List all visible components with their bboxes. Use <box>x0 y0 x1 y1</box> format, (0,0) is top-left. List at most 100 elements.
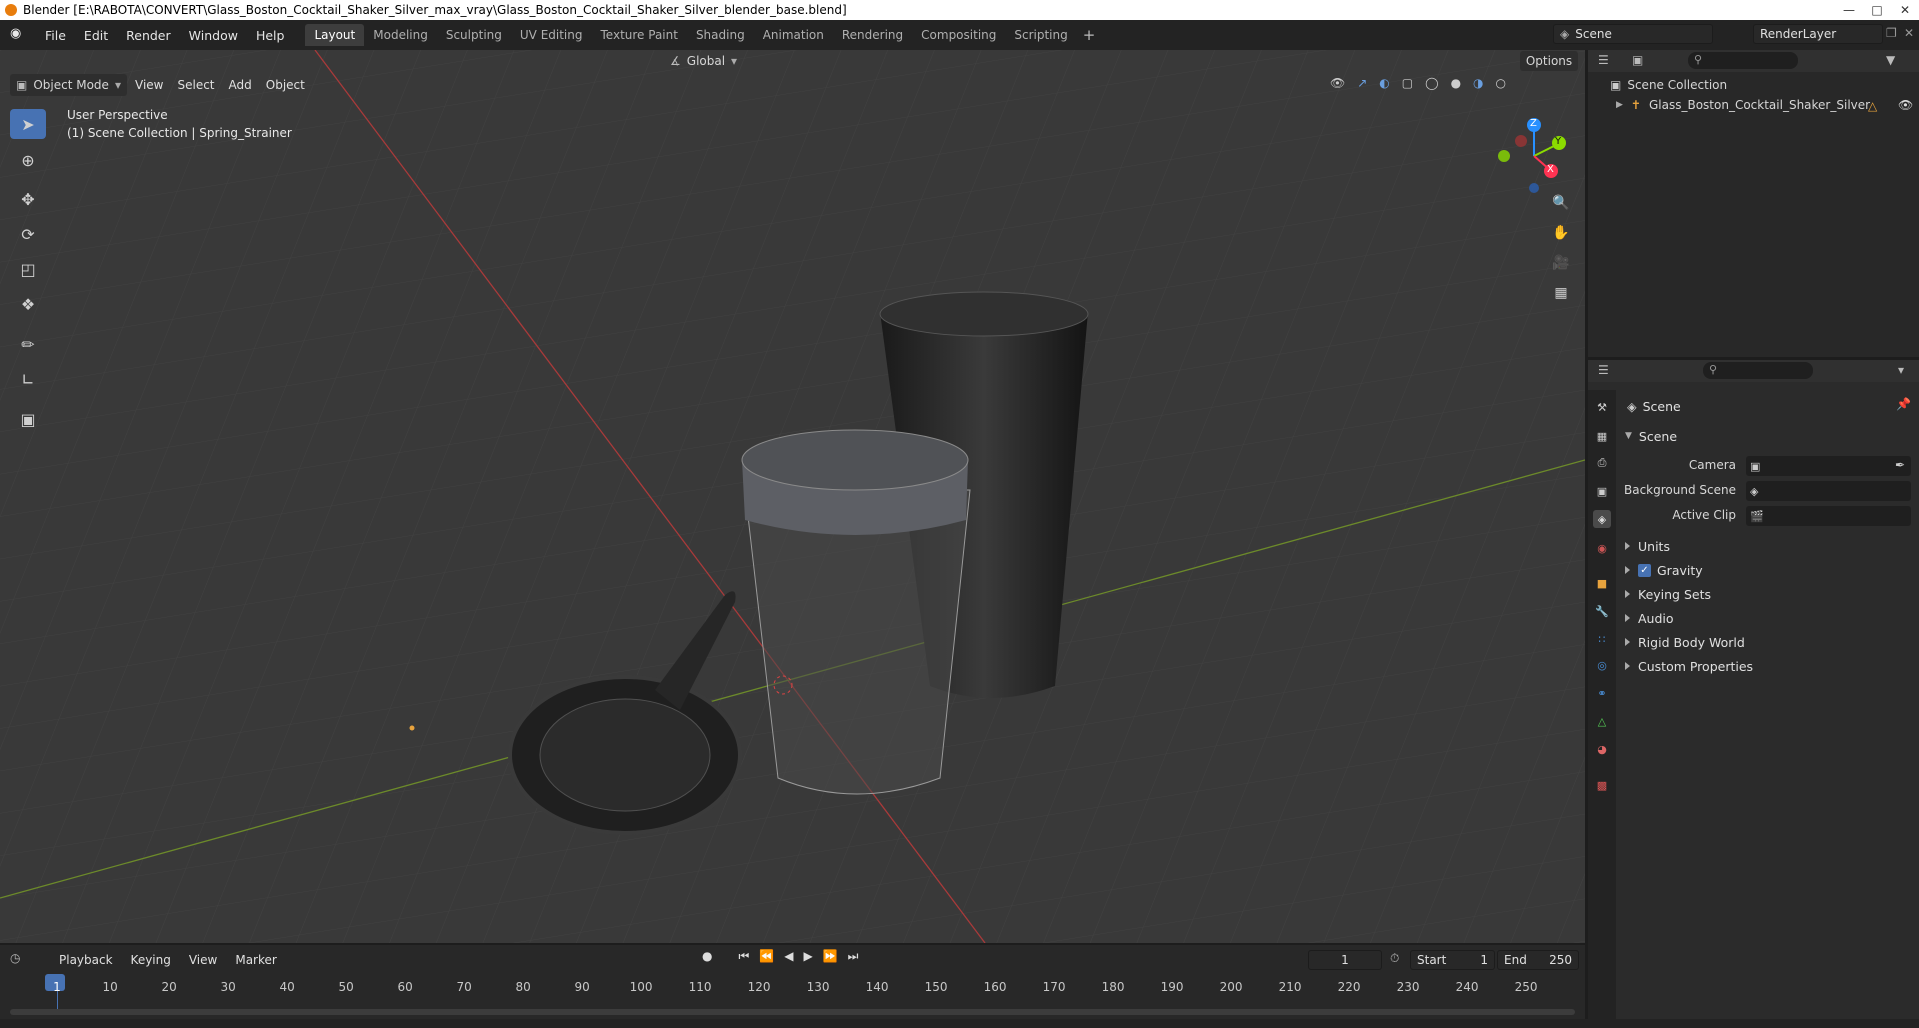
menu-edit[interactable]: Edit <box>75 28 117 43</box>
object-tab-icon[interactable]: ■ <box>1593 574 1611 592</box>
gizmo-icon[interactable]: ↗ <box>1357 76 1367 90</box>
constraints-tab-icon[interactable]: ⚭ <box>1593 684 1611 702</box>
tab-rendering[interactable]: Rendering <box>833 24 912 46</box>
scene-tab-icon[interactable]: ◈ <box>1593 510 1611 528</box>
timeline-editor-icon[interactable]: ◷ <box>10 951 20 965</box>
section-custom-properties[interactable]: Custom Properties <box>1625 655 1753 677</box>
camera-view-icon[interactable]: 🎥 <box>1548 250 1574 276</box>
current-frame-field[interactable]: 1 <box>1308 950 1382 970</box>
menu-file[interactable]: File <box>36 28 75 43</box>
options-button[interactable]: Options <box>1520 51 1578 71</box>
render-tab-icon[interactable]: ▦ <box>1593 427 1611 445</box>
timeline-menu-keying[interactable]: Keying <box>124 951 178 969</box>
tab-modeling[interactable]: Modeling <box>364 24 437 46</box>
transform-orientation[interactable]: ∡ Global ▾ <box>670 51 737 71</box>
measure-tool[interactable]: ∟ <box>10 364 46 394</box>
viewport-menu-view[interactable]: View <box>128 76 170 94</box>
section-gravity[interactable]: ✓ Gravity <box>1625 559 1703 581</box>
blender-menu-icon[interactable]: ◉ <box>10 26 28 44</box>
tab-animation[interactable]: Animation <box>754 24 833 46</box>
expand-arrow-icon[interactable]: ▶ <box>1616 100 1623 110</box>
select-tool[interactable]: ➤ <box>10 109 46 139</box>
menu-render[interactable]: Render <box>117 28 180 43</box>
camera-field[interactable]: ▣ <box>1746 456 1911 476</box>
texture-tab-icon[interactable]: ▩ <box>1593 776 1611 794</box>
scale-tool[interactable]: ◰ <box>10 254 46 284</box>
scene-panel-header[interactable]: ▼ Scene <box>1625 425 1677 447</box>
rotate-tool[interactable]: ⟳ <box>10 219 46 249</box>
stopwatch-icon[interactable]: ⏱ <box>1390 951 1399 966</box>
material-tab-icon[interactable]: ◕ <box>1593 740 1611 758</box>
add-cube-tool[interactable]: ▣ <box>10 404 46 434</box>
background-scene-field[interactable]: ◈ <box>1746 481 1911 501</box>
visibility-icon[interactable]: 👁 <box>1330 76 1345 90</box>
xray-icon[interactable]: ▢ <box>1402 76 1413 90</box>
tab-sculpting[interactable]: Sculpting <box>437 24 511 46</box>
section-keying-sets[interactable]: Keying Sets <box>1625 583 1711 605</box>
jump-end-icon[interactable]: ⏭ <box>848 949 859 964</box>
tab-shading[interactable]: Shading <box>687 24 754 46</box>
next-keyframe-icon[interactable]: ⏩ <box>823 949 838 964</box>
menu-window[interactable]: Window <box>180 28 247 43</box>
tab-scripting[interactable]: Scripting <box>1005 24 1076 46</box>
viewport-menu-object[interactable]: Object <box>259 76 312 94</box>
pin-icon[interactable]: 📌 <box>1896 397 1911 411</box>
start-frame-field[interactable]: Start 1 <box>1410 950 1495 970</box>
data-tab-icon[interactable]: △ <box>1593 712 1611 730</box>
move-tool[interactable]: ✥ <box>10 184 46 214</box>
perspective-grid-icon[interactable]: ▦ <box>1548 280 1574 306</box>
minimize-icon[interactable]: — <box>1835 0 1863 20</box>
tab-compositing[interactable]: Compositing <box>912 24 1005 46</box>
timeline-menu-playback[interactable]: Playback <box>52 951 120 969</box>
world-tab-icon[interactable]: ◉ <box>1593 539 1611 557</box>
viewport-menu-add[interactable]: Add <box>222 76 259 94</box>
viewport-menu-select[interactable]: Select <box>170 76 221 94</box>
cursor-tool[interactable]: ⊕ <box>10 145 46 175</box>
timeline-menu-marker[interactable]: Marker <box>228 951 283 969</box>
annotate-tool[interactable]: ✏ <box>10 329 46 359</box>
rendered-shading-icon[interactable]: ○ <box>1496 76 1506 90</box>
scene-selector[interactable]: ◈ Scene <box>1553 24 1713 44</box>
transform-tool[interactable]: ❖ <box>10 289 46 319</box>
output-tab-icon[interactable]: ⎙ <box>1593 454 1611 472</box>
filter-icon[interactable]: ▼ <box>1886 53 1895 67</box>
remove-icon[interactable]: ✕ <box>1904 26 1914 40</box>
menu-help[interactable]: Help <box>247 28 294 43</box>
wireframe-shading-icon[interactable]: ◯ <box>1425 76 1438 90</box>
modifier-tab-icon[interactable]: 🔧 <box>1593 602 1611 620</box>
timeline-scrollbar[interactable] <box>10 1009 1575 1015</box>
gravity-checkbox[interactable]: ✓ <box>1638 563 1651 577</box>
eye-visibility-icon[interactable]: 👁 <box>1898 98 1913 112</box>
properties-editor-icon[interactable]: ☰ <box>1598 363 1609 377</box>
display-mode-icon[interactable]: ▣ <box>1632 53 1643 67</box>
eyedropper-icon[interactable]: ✒ <box>1895 458 1905 472</box>
maximize-icon[interactable]: □ <box>1863 0 1891 20</box>
pan-hand-icon[interactable]: ✋ <box>1548 220 1574 246</box>
mode-selector[interactable]: ▣ Object Mode ▾ <box>10 74 127 96</box>
record-icon[interactable]: ● <box>702 949 712 964</box>
chevron-down-icon[interactable]: ▾ <box>1898 363 1904 377</box>
tab-texture-paint[interactable]: Texture Paint <box>592 24 687 46</box>
section-units[interactable]: Units <box>1625 535 1670 557</box>
timeline-menu-view[interactable]: View <box>182 951 224 969</box>
renderlayer-selector[interactable]: RenderLayer <box>1753 24 1883 44</box>
overlay-icon[interactable]: ◐ <box>1379 76 1389 90</box>
prev-keyframe-icon[interactable]: ⏪ <box>759 949 774 964</box>
add-workspace-icon[interactable]: + <box>1077 26 1102 44</box>
end-frame-field[interactable]: End 250 <box>1497 950 1579 970</box>
particles-tab-icon[interactable]: ∷ <box>1593 630 1611 648</box>
outliner-scene-collection[interactable]: ▣ Scene Collection <box>1610 78 1727 92</box>
jump-start-icon[interactable]: ⏮ <box>738 949 749 964</box>
section-rigid-body-world[interactable]: Rigid Body World <box>1625 631 1745 653</box>
tool-tab-icon[interactable]: ⚒ <box>1593 398 1611 416</box>
zoom-icon[interactable]: 🔍 <box>1548 190 1574 216</box>
tab-layout[interactable]: Layout <box>305 24 365 46</box>
outliner-item-object[interactable]: ▶ ✝ Glass_Boston_Cocktail_Shaker_Silver <box>1616 98 1870 112</box>
physics-tab-icon[interactable]: ◎ <box>1593 656 1611 674</box>
play-reverse-icon[interactable]: ◀ <box>784 949 793 964</box>
outliner-editor-icon[interactable]: ☰ <box>1598 53 1609 67</box>
section-audio[interactable]: Audio <box>1625 607 1674 629</box>
close-icon[interactable]: ✕ <box>1891 0 1919 20</box>
outliner-search-input[interactable]: ⚲ <box>1688 52 1798 69</box>
active-clip-field[interactable]: 🎬 <box>1746 506 1911 526</box>
